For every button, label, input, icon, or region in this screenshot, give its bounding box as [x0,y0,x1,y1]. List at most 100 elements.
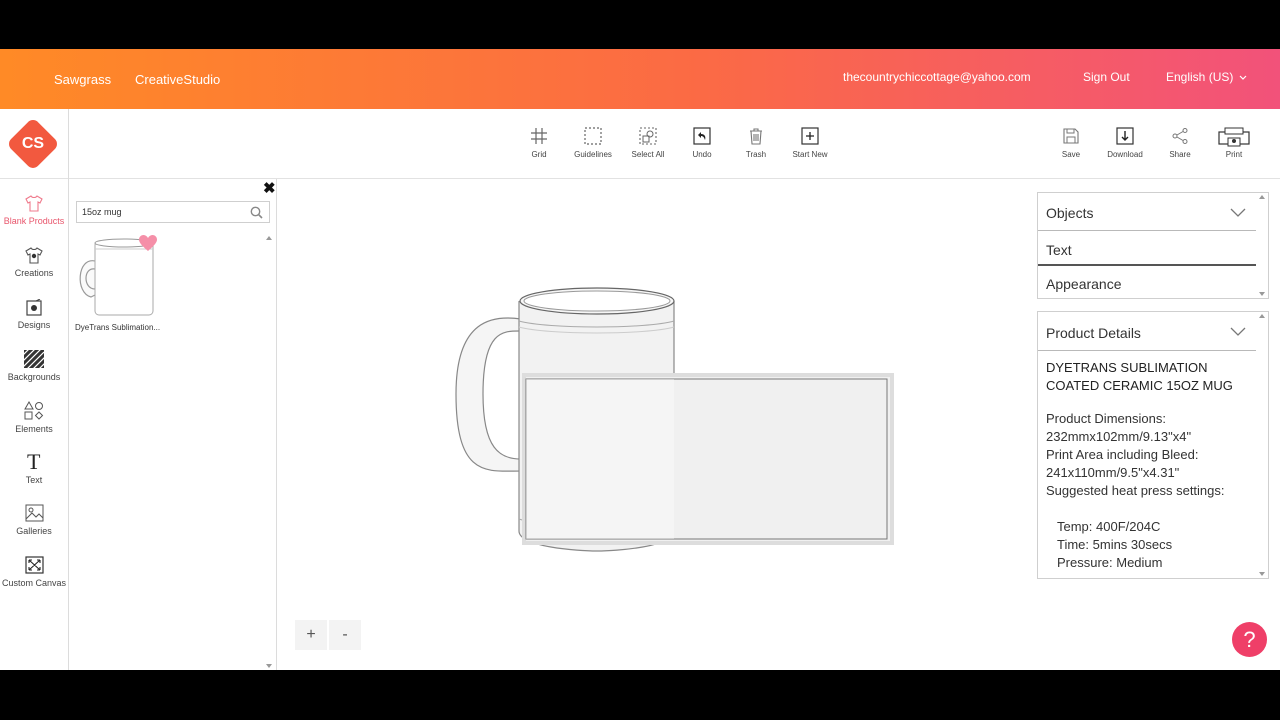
design-canvas: + - [278,179,1033,670]
sidebar-item-elements[interactable]: Elements [0,401,68,434]
sidebar-label-designs: Designs [17,320,51,330]
product-caption: DyeTrans Sublimation... [75,323,161,332]
product-details-header[interactable]: Product Details [1038,314,1256,351]
elements-icon [24,401,44,420]
custom-canvas-icon [24,556,44,574]
designs-icon [26,299,42,316]
temp-setting: Temp: 400F/204C [1057,519,1161,534]
properties-panel: Objects Text Appearance [1037,192,1269,299]
guidelines-button[interactable]: Guidelines [563,127,623,159]
sidebar-label-custom-canvas: Custom Canvas [1,578,67,588]
product-thumbnail [75,235,157,317]
appearance-label: Appearance [1046,276,1122,292]
download-button[interactable]: Download [1095,127,1155,159]
time-setting: Time: 5mins 30secs [1057,537,1173,552]
trash-button[interactable]: Trash [726,127,786,159]
sidebar-item-custom-canvas[interactable]: Custom Canvas [0,556,68,588]
print-icon [1218,127,1250,147]
appearance-accordion[interactable]: Appearance [1038,267,1256,300]
search-icon[interactable] [250,206,263,219]
user-email[interactable]: thecountrychiccottage@yahoo.com [843,70,1031,84]
chevron-down-icon [1239,75,1247,80]
language-selector[interactable]: English (US) [1166,70,1247,84]
grid-button[interactable]: Grid [509,127,569,159]
sidebar-item-blank-products[interactable]: Blank Products [0,195,68,226]
product-card[interactable]: DyeTrans Sublimation... [75,235,161,332]
galleries-icon [25,504,43,522]
start-new-button[interactable]: Start New [780,127,840,159]
toolbar: CS Grid Guidelines Select All Undo Trash… [0,109,1280,179]
save-label: Save [1061,150,1081,159]
print-label: Print [1225,150,1243,159]
creations-icon [25,247,43,264]
text-icon: T [27,451,41,471]
save-icon [1063,128,1079,144]
text-label: Text [1046,242,1072,258]
print-button[interactable]: Print [1204,127,1264,159]
trash-label: Trash [745,150,767,159]
start-new-icon [801,127,819,145]
logo-text: CS [21,135,45,152]
sidebar-label-blank-products: Blank Products [3,216,65,226]
select-all-label: Select All [631,150,665,159]
objects-accordion[interactable]: Objects [1038,195,1256,231]
sign-out-link[interactable]: Sign Out [1083,70,1130,84]
product-name-line2: COATED CERAMIC 15OZ MUG [1046,378,1233,393]
sidebar-label-creations: Creations [14,268,54,278]
download-label: Download [1107,150,1143,159]
backgrounds-icon [24,350,44,368]
sidebar-item-galleries[interactable]: Galleries [0,504,68,536]
sidebar-label-text: Text [25,475,43,485]
share-button[interactable]: Share [1150,127,1210,159]
zoom-in-button[interactable]: + [295,620,327,650]
product-details-title: Product Details [1046,325,1141,341]
objects-label: Objects [1046,205,1094,221]
dimensions-value: 232mmx102mm/9.13"x4" [1046,429,1192,444]
search-input[interactable] [77,202,237,222]
sidebar-item-creations[interactable]: Creations [0,247,68,278]
heat-press-label: Suggested heat press settings: [1046,483,1225,498]
start-new-label: Start New [792,150,828,159]
brand-link[interactable]: Sawgrass [54,72,111,87]
svg-text:T: T [27,451,41,471]
guidelines-icon [584,127,602,145]
product-details-panel: Product Details DYETRANS SUBLIMATION COA… [1037,311,1269,579]
trash-icon [750,128,762,145]
select-all-icon [639,127,657,145]
sidebar-item-designs[interactable]: Designs [0,299,68,330]
dimensions-label: Product Dimensions: [1046,411,1166,426]
text-accordion[interactable]: Text [1038,233,1256,266]
logo-cell: CS [0,109,69,179]
undo-button[interactable]: Undo [672,127,732,159]
details-scrollbar[interactable] [1257,312,1267,578]
select-all-button[interactable]: Select All [618,127,678,159]
properties-scrollbar[interactable] [1257,193,1267,298]
zoom-out-button[interactable]: - [329,620,361,650]
app-frame: Sawgrass CreativeStudio thecountrychicco… [0,49,1280,670]
product-details-content: DYETRANS SUBLIMATION COATED CERAMIC 15OZ… [1046,359,1251,572]
app-link[interactable]: CreativeStudio [135,72,220,87]
close-panel-icon[interactable]: ✖ [263,179,276,197]
top-header: Sawgrass CreativeStudio thecountrychicco… [0,49,1280,109]
sidebar-item-text[interactable]: T Text [0,451,68,485]
sidebar-item-backgrounds[interactable]: Backgrounds [0,350,68,382]
sidebar-label-galleries: Galleries [16,526,52,536]
help-button[interactable]: ? [1232,622,1267,657]
favorite-heart-icon[interactable] [139,235,157,252]
products-panel: ✖ DyeTrans Sublimation... [69,179,277,670]
mug-preview[interactable] [278,179,1033,619]
sidebar-label-backgrounds: Backgrounds [7,372,61,382]
chevron-down-icon [1230,208,1246,217]
grid-icon [531,128,547,144]
language-label: English (US) [1166,70,1234,84]
chevron-down-icon [1230,327,1246,336]
sidebar-label-elements: Elements [15,424,53,434]
pressure-setting: Pressure: Medium [1057,555,1163,570]
panel-scrollbar[interactable] [265,235,273,669]
undo-icon [693,127,711,145]
grid-label: Grid [531,150,547,159]
download-icon [1116,127,1134,145]
undo-label: Undo [692,150,712,159]
save-button[interactable]: Save [1041,127,1101,159]
tshirt-icon [25,195,43,212]
